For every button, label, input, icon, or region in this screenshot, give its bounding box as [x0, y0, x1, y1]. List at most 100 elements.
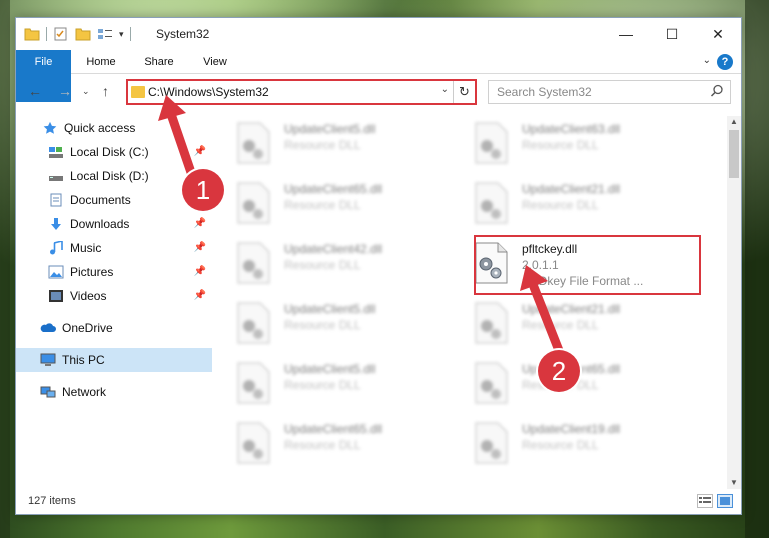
pin-icon[interactable]: 📌	[194, 242, 206, 253]
folder-icon[interactable]	[24, 27, 40, 41]
scroll-down-icon[interactable]: ▼	[727, 477, 741, 489]
dll-file-icon	[237, 122, 270, 164]
file-description: Resource DLL	[284, 138, 361, 152]
file-item[interactable]: UpdateClient42.dll Resource DLL	[216, 238, 446, 290]
sidebar-item-videos[interactable]: Videos 📌	[16, 284, 212, 308]
dll-file-icon	[475, 302, 508, 344]
pin-icon[interactable]: 📌	[194, 146, 206, 157]
dll-file-icon	[237, 362, 270, 404]
file-description: Resource DLL	[522, 198, 599, 212]
file-item[interactable]: UpdateClient63.dll Resource DLL	[454, 118, 684, 170]
sidebar-item-label: Local Disk (D:)	[70, 169, 149, 183]
file-name: UpdateClient5.dll	[284, 302, 376, 316]
sidebar-item-label: Music	[70, 241, 102, 255]
maximize-button[interactable]: ☐	[649, 18, 695, 50]
file-item[interactable]: UpdateClient21.dll Resource DLL	[454, 178, 684, 230]
help-button[interactable]: ?	[717, 54, 733, 70]
file-name: UpdateClient42.dll	[284, 242, 383, 256]
scroll-thumb[interactable]	[729, 130, 739, 178]
file-name: UpdateClient5.dll	[284, 362, 376, 376]
explorer-window: ▾ System32 — ☐ ✕ File Home Share View ⌄ …	[15, 17, 742, 515]
sidebar-item-label: Quick access	[64, 121, 136, 135]
file-item[interactable]: UpdateClient5.dll Resource DLL	[216, 298, 446, 350]
navigation-pane: Quick access Local Disk (C:) 📌 Local Dis…	[16, 116, 212, 488]
recent-dropdown-icon[interactable]: ⌄	[82, 86, 90, 97]
back-arrow-icon[interactable]: ←	[28, 83, 42, 99]
sidebar-item-label: This PC	[62, 353, 105, 367]
sidebar-item-pictures[interactable]: Pictures 📌	[16, 260, 212, 284]
new-folder-icon[interactable]	[75, 27, 91, 41]
file-description: Resource DLL	[522, 138, 599, 152]
file-name: UpdateClient21.dll	[522, 182, 621, 196]
details-view-icon	[699, 497, 711, 503]
address-dropdown-icon[interactable]: ⌄	[441, 84, 449, 95]
search-icon[interactable]	[710, 84, 724, 98]
address-bar[interactable]: C:\Windows\System32 ⌄ ↻	[126, 79, 477, 105]
expand-ribbon-icon[interactable]: ⌄	[703, 55, 711, 66]
forward-arrow-icon[interactable]: →	[58, 83, 72, 99]
search-box[interactable]: Search System32	[488, 80, 731, 104]
dll-file-icon	[237, 242, 270, 284]
drive-icon	[49, 176, 63, 181]
dll-file-icon	[475, 362, 508, 404]
file-item[interactable]: UpdateClient5.dll Resource DLL	[216, 358, 446, 410]
address-path[interactable]: C:\Windows\System32	[148, 85, 269, 99]
tab-home[interactable]: Home	[80, 50, 122, 74]
file-description: Resource DLL	[284, 378, 361, 392]
sidebar-item-network[interactable]: Network	[16, 380, 212, 404]
step-badge-1: 1	[182, 169, 224, 211]
scroll-up-icon[interactable]: ▲	[727, 116, 741, 128]
dll-file-icon	[475, 182, 508, 224]
view-options-icon[interactable]	[97, 27, 113, 41]
vertical-scrollbar[interactable]: ▲ ▼	[727, 116, 741, 489]
details-view-button[interactable]	[697, 494, 713, 508]
pin-icon[interactable]: 📌	[194, 266, 206, 277]
file-item[interactable]: UpdateClient5.dll Resource DLL	[216, 118, 446, 170]
file-item[interactable]: UpdateClient21.dll Resource DLL	[454, 298, 684, 350]
download-icon	[51, 218, 61, 230]
maximize-icon: ☐	[665, 25, 679, 42]
file-item[interactable]: UpdateClient65.dll Resource DLL	[216, 178, 446, 230]
tiles-view-icon	[720, 497, 730, 505]
cloud-icon	[40, 323, 56, 332]
pin-icon[interactable]: 📌	[194, 218, 206, 229]
tab-share[interactable]: Share	[138, 50, 180, 74]
pin-icon[interactable]: 📌	[194, 290, 206, 301]
dll-file-icon	[237, 302, 270, 344]
tiles-view-button[interactable]	[717, 494, 733, 508]
dll-file-icon	[237, 422, 270, 464]
star-icon	[43, 121, 57, 134]
qat-dropdown-icon[interactable]: ▾	[119, 29, 124, 40]
sidebar-item-downloads[interactable]: Downloads 📌	[16, 212, 212, 236]
sidebar-item-music[interactable]: Music 📌	[16, 236, 212, 260]
tab-view[interactable]: View	[194, 50, 236, 74]
file-description: Resource DLL	[522, 438, 599, 452]
sidebar-item-quick-access[interactable]: Quick access	[16, 116, 212, 140]
quick-access-toolbar: ▾	[24, 25, 131, 43]
ribbon-tabs: File Home Share View ⌄ ?	[16, 50, 741, 102]
file-description: Resource DLL	[522, 318, 599, 332]
navigation-bar: ← → ⌄ ↑ C:\Windows\System32 ⌄ ↻ Search S…	[16, 74, 741, 110]
sidebar-item-label: OneDrive	[62, 321, 113, 335]
close-button[interactable]: ✕	[695, 18, 741, 50]
refresh-button[interactable]: ↻	[453, 81, 475, 103]
computer-icon	[40, 353, 56, 366]
sidebar-item-label: Pictures	[70, 265, 114, 279]
sidebar-item-this-pc[interactable]: This PC	[16, 348, 212, 372]
file-item[interactable]: UpdateClient65.dll Resource DLL	[216, 418, 446, 470]
sidebar-item-local-disk-c[interactable]: Local Disk (C:) 📌	[16, 140, 212, 164]
sidebar-item-label: Network	[62, 385, 107, 399]
videos-icon	[49, 290, 63, 302]
sidebar-item-onedrive[interactable]: OneDrive	[16, 316, 212, 340]
search-input[interactable]: Search System32	[497, 85, 592, 99]
minimize-button[interactable]: —	[603, 18, 649, 50]
file-description: Resource DLL	[284, 318, 361, 332]
file-item[interactable]: UpdateClient19.dll Resource DLL	[454, 418, 684, 470]
file-description: Resource DLL	[284, 438, 361, 452]
properties-icon[interactable]	[53, 27, 69, 41]
file-list: UpdateClient5.dll Resource DLL UpdateCli…	[216, 110, 726, 490]
title-bar: ▾ System32 — ☐ ✕	[16, 18, 741, 50]
file-name: UpdateClient21.dll	[522, 302, 621, 316]
file-name: UpdateClient65.dll	[284, 182, 383, 196]
up-arrow-icon[interactable]: ↑	[102, 83, 109, 99]
